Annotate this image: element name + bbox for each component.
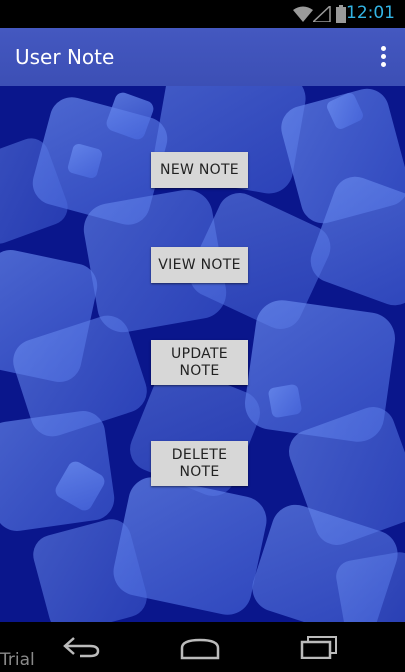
signal-icon (313, 6, 331, 22)
home-icon[interactable] (180, 638, 220, 660)
recents-icon[interactable] (300, 635, 340, 659)
battery-icon (336, 5, 346, 23)
navigation-bar (0, 622, 405, 672)
main-content: NEW NOTE VIEW NOTE UPDATE NOTE DELETE NO… (0, 86, 405, 622)
back-icon[interactable] (62, 636, 102, 658)
clock: 12:01 (346, 3, 395, 23)
status-bar: 12:01 (0, 0, 405, 28)
delete-note-button[interactable]: DELETE NOTE (151, 441, 248, 486)
update-note-button[interactable]: UPDATE NOTE (151, 340, 248, 385)
wifi-icon (293, 6, 313, 22)
new-note-button[interactable]: NEW NOTE (151, 152, 248, 188)
trial-watermark: Trial (0, 650, 35, 670)
app-title: User Note (15, 45, 115, 69)
view-note-button[interactable]: VIEW NOTE (151, 247, 248, 283)
more-vert-icon[interactable] (379, 46, 387, 68)
action-bar: User Note (0, 28, 405, 86)
